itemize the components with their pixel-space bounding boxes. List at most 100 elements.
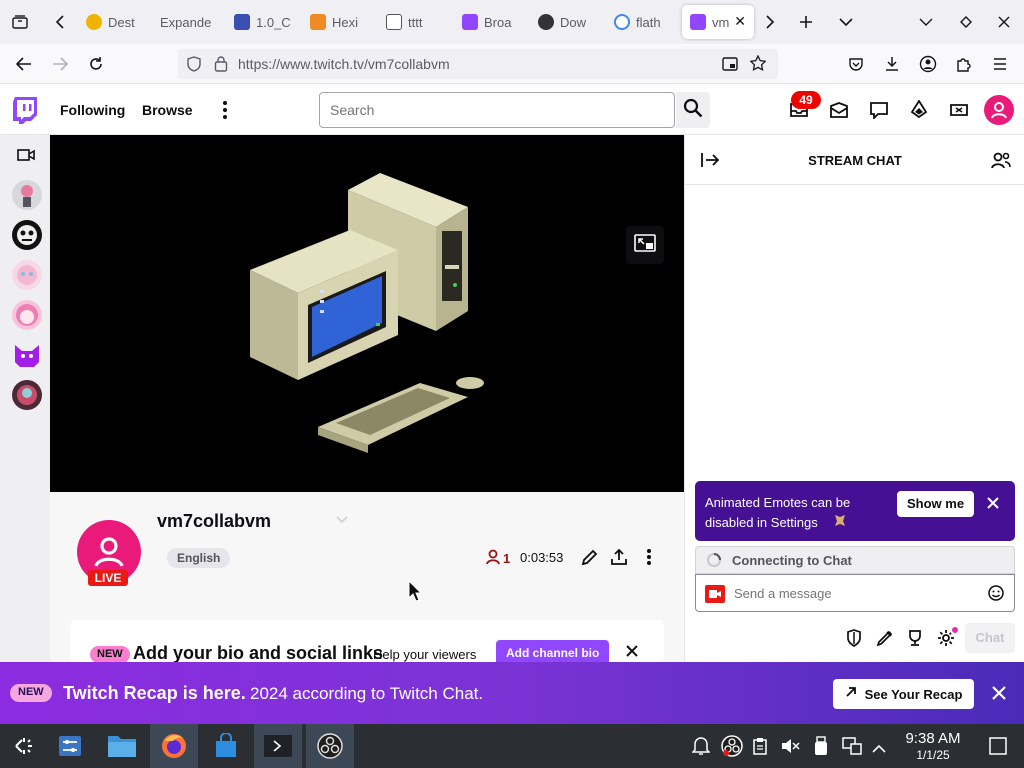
chat-input[interactable] — [734, 583, 974, 603]
back-icon[interactable] — [10, 50, 38, 78]
network-wired-icon[interactable] — [842, 737, 862, 760]
recap-new-badge: NEW — [10, 684, 52, 702]
close-recap-banner-icon[interactable] — [992, 686, 1006, 705]
usb-device-icon[interactable] — [814, 736, 828, 761]
video-player[interactable] — [50, 135, 684, 492]
chat-send-button[interactable]: Chat — [965, 623, 1015, 653]
tab-favicon-icon — [310, 14, 326, 30]
share-icon[interactable] — [610, 548, 628, 571]
browser-tab-8[interactable]: flath — [606, 5, 680, 39]
bits-pen-icon[interactable] — [876, 629, 894, 652]
discover-store-bag-icon[interactable] — [202, 724, 250, 768]
channel-name[interactable]: vm7collabvm — [157, 511, 271, 532]
browser-tab-active[interactable]: vm ✕ — [682, 5, 754, 39]
app-menu-icon[interactable] — [986, 50, 1014, 78]
extensions-icon[interactable] — [950, 50, 978, 78]
firefox-taskbar-icon[interactable] — [150, 724, 198, 768]
emote-picker-smiley-icon[interactable] — [988, 585, 1004, 606]
prime-gaming-icon[interactable] — [948, 99, 970, 121]
volume-muted-icon[interactable] — [780, 737, 800, 760]
chat-message-box[interactable] — [695, 574, 1015, 612]
pocket-icon[interactable] — [842, 50, 870, 78]
show-me-button[interactable]: Show me — [897, 491, 975, 517]
url-bar[interactable]: https://www.twitch.tv/vm7collabvm — [178, 49, 778, 79]
followed-channel-avatar-1[interactable] — [12, 180, 42, 210]
browser-tab-2[interactable]: Expande — [152, 5, 226, 39]
bits-icon[interactable] — [908, 99, 930, 121]
tab-overview-icon[interactable] — [6, 8, 34, 36]
downloads-icon[interactable] — [878, 50, 906, 78]
file-manager-folder-icon[interactable] — [98, 724, 146, 768]
tab-favicon-icon — [86, 14, 102, 30]
reader-view-icon[interactable] — [722, 56, 738, 77]
community-users-icon[interactable] — [991, 151, 1011, 174]
twitch-logo-icon[interactable] — [12, 96, 38, 129]
window-maximize-icon[interactable] — [952, 8, 980, 36]
whispers-chat-icon[interactable] — [868, 99, 890, 121]
followed-channel-avatar-4[interactable] — [12, 300, 42, 330]
language-tag[interactable]: English — [167, 548, 231, 568]
tab-title: 1.0_C — [256, 14, 291, 30]
window-close-icon[interactable] — [990, 8, 1018, 36]
window-minimize-icon[interactable] — [912, 8, 940, 36]
tab-title: Expande — [160, 14, 212, 30]
show-desktop-icon[interactable] — [989, 737, 1007, 760]
channel-points-trophy-icon[interactable] — [906, 629, 924, 652]
browser-nav-bar: https://www.twitch.tv/vm7collabvm — [0, 44, 1024, 84]
viewer-count: 1 — [486, 549, 510, 568]
edit-pencil-icon[interactable] — [580, 549, 598, 572]
browser-tab-4[interactable]: Hexi — [302, 5, 376, 39]
obs-studio-icon[interactable] — [306, 724, 354, 768]
close-tab-icon[interactable]: ✕ — [734, 13, 746, 30]
followed-channel-avatar-3[interactable] — [12, 260, 42, 290]
browser-tab-5[interactable]: tttt — [378, 5, 452, 39]
url-text[interactable]: https://www.twitch.tv/vm7collabvm — [238, 56, 450, 72]
followed-channel-avatar-5[interactable] — [12, 340, 42, 370]
channel-more-options-icon[interactable] — [646, 548, 652, 571]
reload-icon[interactable] — [82, 50, 110, 78]
add-channel-bio-button[interactable]: Add channel bio — [496, 640, 610, 662]
user-avatar-icon[interactable] — [984, 95, 1014, 125]
camera-record-icon[interactable] — [705, 585, 725, 608]
tracking-protection-shield-icon[interactable] — [186, 56, 202, 77]
followed-channel-avatar-2[interactable] — [12, 220, 42, 250]
browser-tab-1[interactable]: Dest — [78, 5, 152, 39]
nav-following-link[interactable]: Following — [60, 102, 125, 118]
notifications-bell-icon[interactable] — [691, 736, 711, 761]
close-bio-card-icon[interactable] — [626, 644, 638, 662]
account-icon[interactable] — [914, 50, 942, 78]
browser-tab-7[interactable]: Dow — [530, 5, 604, 39]
followed-channels-camera-icon[interactable] — [17, 148, 35, 167]
search-input[interactable] — [319, 92, 675, 128]
moderation-shield-icon[interactable] — [846, 629, 862, 652]
connecting-text: Connecting to Chat — [732, 553, 852, 568]
app-launcher-icon[interactable] — [0, 724, 48, 768]
mini-player-button[interactable] — [626, 226, 664, 264]
new-tab-icon[interactable] — [792, 8, 820, 36]
forward-icon[interactable] — [46, 50, 74, 78]
lock-icon[interactable] — [214, 55, 228, 77]
recap-title: Twitch Recap is here. — [63, 683, 246, 703]
nav-browse-link[interactable]: Browse — [142, 102, 193, 118]
retro-computer-illustration — [250, 173, 484, 453]
list-all-tabs-icon[interactable] — [832, 8, 860, 36]
more-menu-icon[interactable] — [222, 100, 228, 125]
clipboard-icon[interactable] — [752, 737, 768, 760]
terminal-icon[interactable] — [254, 724, 302, 768]
show-hidden-tray-chevron-icon[interactable] — [872, 741, 886, 759]
clock-time[interactable]: 9:38 AM — [890, 730, 976, 747]
scroll-tabs-left-icon[interactable] — [46, 8, 74, 36]
obs-tray-icon[interactable] — [720, 734, 744, 763]
browser-tab-6[interactable]: Broa — [454, 5, 528, 39]
bookmark-star-icon[interactable] — [749, 54, 767, 76]
close-notice-icon[interactable] — [987, 496, 999, 514]
browser-tab-3[interactable]: 1.0_C — [226, 5, 300, 39]
followed-channel-avatar-6[interactable] — [12, 380, 42, 410]
system-settings-sliders-icon[interactable] — [46, 724, 94, 768]
whispers-mail-icon[interactable] — [828, 99, 850, 121]
search-button[interactable] — [676, 92, 710, 128]
scroll-tabs-right-icon[interactable] — [756, 8, 784, 36]
notification-count-badge: 49 — [791, 91, 821, 109]
see-your-recap-button[interactable]: See Your Recap — [833, 679, 974, 709]
clock-date[interactable]: 1/1/25 — [890, 748, 976, 762]
